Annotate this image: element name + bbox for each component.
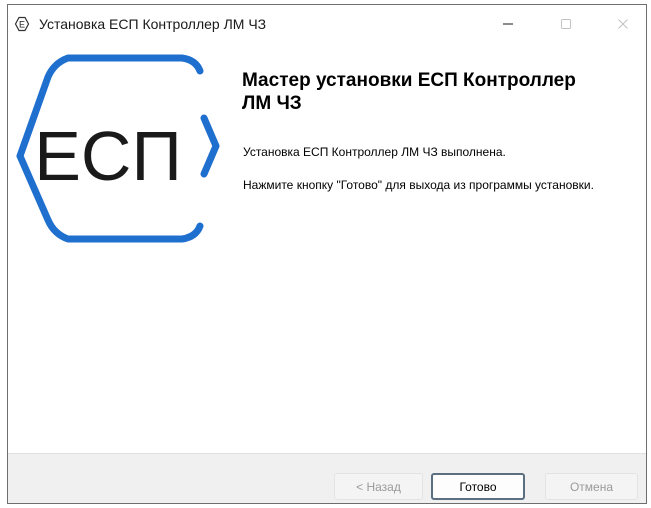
minimize-button[interactable] bbox=[485, 5, 531, 43]
completion-message: Установка ЕСП Контроллер ЛМ ЧЗ выполнена… bbox=[243, 145, 506, 159]
maximize-icon bbox=[561, 19, 571, 29]
wizard-heading: Мастер установки ЕСП Контроллер ЛМ ЧЗ bbox=[242, 70, 576, 114]
title-bar[interactable]: Е Установка ЕСП Контроллер ЛМ ЧЗ bbox=[8, 5, 646, 43]
window-title: Установка ЕСП Контроллер ЛМ ЧЗ bbox=[39, 16, 267, 32]
wizard-content: ЕСП Мастер установки ЕСП Контроллер ЛМ Ч… bbox=[8, 43, 646, 453]
maximize-button[interactable] bbox=[543, 5, 589, 43]
back-button[interactable]: < Назад bbox=[334, 473, 423, 500]
svg-text:Е: Е bbox=[19, 20, 25, 30]
installer-window: Е Установка ЕСП Контроллер ЛМ ЧЗ ЕСП Мас… bbox=[7, 4, 647, 504]
cancel-button[interactable]: Отмена bbox=[545, 473, 638, 500]
esp-logo: ЕСП bbox=[16, 54, 220, 243]
app-icon: Е bbox=[14, 16, 30, 32]
finish-button[interactable]: Готово bbox=[431, 473, 525, 500]
close-icon bbox=[618, 19, 628, 29]
close-button[interactable] bbox=[600, 5, 646, 43]
exit-instruction: Нажмите кнопку "Готово" для выхода из пр… bbox=[243, 178, 594, 192]
minimize-icon bbox=[503, 23, 513, 25]
button-bar: < Назад Готово Отмена bbox=[8, 453, 646, 503]
svg-text:ЕСП: ЕСП bbox=[34, 117, 182, 195]
